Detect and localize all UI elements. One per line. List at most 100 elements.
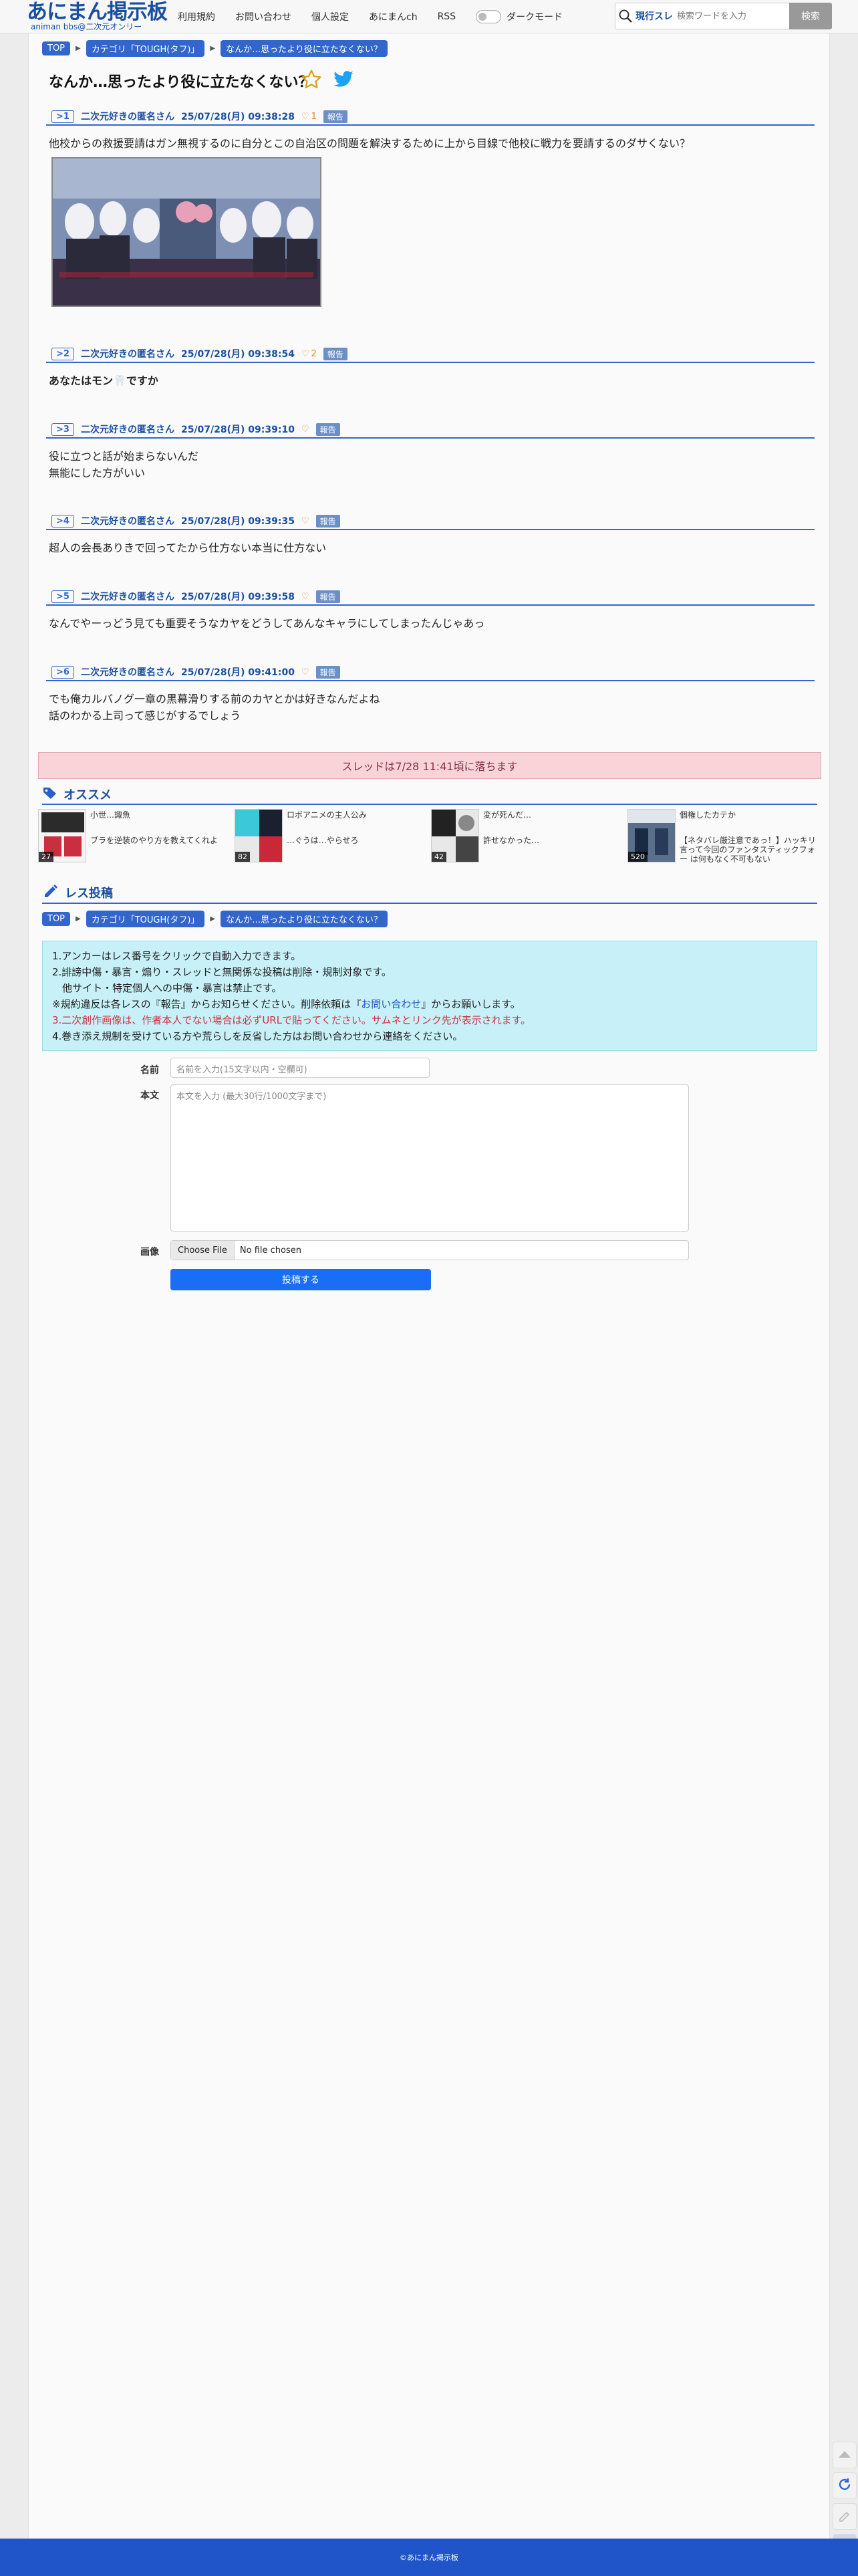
post-text-line: 役に立つと話が始まらないんだ: [49, 450, 199, 463]
recommend-text-2: 許せなかった…: [483, 836, 540, 845]
nav-rss[interactable]: RSS: [438, 11, 456, 22]
posting-rules: 1.アンカーはレス番号をクリックで自動入力できます。 2.誹謗中傷・暴言・煽り・…: [42, 941, 817, 1051]
report-button[interactable]: 報告: [315, 423, 340, 436]
post-header: >5 二次元好きの匿名さん 25/07/28(月) 09:39:58 ♡ 報告: [46, 588, 815, 606]
search-scope[interactable]: 現行スレ: [635, 9, 673, 23]
recommend-thumbnail[interactable]: 520: [627, 809, 676, 862]
like-count: 1: [311, 111, 317, 122]
like-button[interactable]: ♡ 2: [301, 349, 317, 359]
name-field[interactable]: 名前を入力(15文字以内・空欄可): [170, 1058, 430, 1078]
post-number[interactable]: >5: [51, 590, 74, 603]
like-button[interactable]: ♡: [301, 425, 309, 435]
recommend-thumbnail[interactable]: 42: [431, 809, 479, 862]
search-input[interactable]: [677, 5, 780, 27]
reload-icon: [837, 2476, 853, 2495]
toggle-switch[interactable]: [476, 10, 502, 23]
search-icon: [615, 6, 635, 26]
dark-mode-label: ダークモード: [507, 12, 563, 23]
tag-icon: [42, 786, 58, 803]
reload-button[interactable]: [833, 2472, 857, 2499]
breadcrumb-separator-icon: ▶: [76, 45, 81, 52]
site-logo[interactable]: あにまん掲示板 animan bbs@二次元オンリー: [27, 1, 168, 32]
write-button[interactable]: [833, 2503, 857, 2530]
dark-mode-toggle[interactable]: ダークモード: [476, 10, 563, 23]
report-button[interactable]: 報告: [323, 347, 347, 360]
nav-settings[interactable]: 個人設定: [311, 10, 349, 23]
like-button[interactable]: ♡: [301, 516, 309, 526]
search-button[interactable]: 検索: [789, 3, 832, 29]
recommend-title: オススメ: [63, 788, 112, 802]
recommend-item[interactable]: 520 個権したカテか 【ネタバレ厳注意であっ！】ハッキリ言って今回のファンタス…: [627, 809, 819, 864]
post-number[interactable]: >1: [51, 110, 74, 123]
site-header: あにまん掲示板 animan bbs@二次元オンリー 利用規約 お問い合わせ 個…: [0, 0, 858, 33]
post-header: >1 二次元好きの匿名さん 25/07/28(月) 09:38:28 ♡ 1 報告: [46, 108, 815, 126]
post-text: 超人の会長ありきで回ってたから仕方ない本当に仕方ない: [49, 542, 327, 554]
reply-heading: レス投稿: [42, 883, 113, 902]
post-header: >6 二次元好きの匿名さん 25/07/28(月) 09:41:00 ♡ 報告: [46, 664, 815, 681]
recommend-thumbnail[interactable]: 27: [38, 809, 86, 862]
breadcrumb-category[interactable]: カテゴリ「TOUGH(タフ)」: [86, 911, 205, 927]
report-button[interactable]: 報告: [315, 514, 340, 528]
report-button[interactable]: 報告: [315, 590, 340, 603]
choose-file-button[interactable]: Choose File: [171, 1241, 235, 1260]
post-body: 超人の会長ありきで回ってたから仕方ない本当に仕方ない: [46, 530, 815, 566]
section-divider: [42, 903, 817, 904]
post-text: 他校からの救援要請はガン無視するのに自分とこの自治区の問題を解決するために上から…: [49, 137, 691, 150]
body-textarea[interactable]: 本文を入力 (最大30行/1000文字まで): [170, 1084, 689, 1232]
breadcrumb-category[interactable]: カテゴリ「TOUGH(タフ)」: [86, 40, 205, 57]
breadcrumb-thread[interactable]: なんか…思ったより役に立たなくない？: [221, 911, 388, 927]
recommend-text-2: …ぐうは…やらせろ: [287, 836, 359, 845]
submit-button[interactable]: 投稿する: [170, 1269, 431, 1290]
rule-line: 4.巻き添え規制を受けている方や荒らしを反省した方はお問い合わせから連絡をくださ…: [52, 1030, 463, 1042]
rule-line: 3.二次創作画像は、作者本人でない場合は必ずURLで貼ってください。サムネとリン…: [52, 1014, 531, 1026]
post: >4 二次元好きの匿名さん 25/07/28(月) 09:39:35 ♡ 報告 …: [46, 513, 815, 566]
name-label: 名前: [140, 1065, 159, 1076]
rule-line: 他サイト・特定個人への中傷・暴言は禁止です。: [52, 982, 282, 994]
nav-animanch[interactable]: あにまんch: [369, 10, 418, 23]
post-body: なんでやーっどう見ても重要そうなカヤをどうしてあんなキャラにしてしまったんじゃあ…: [46, 606, 815, 641]
recommend-thumbnail[interactable]: 82: [235, 809, 283, 862]
breadcrumb: TOP ▶ カテゴリ「TOUGH(タフ)」 ▶ なんか…思ったより役に立たなくな…: [42, 40, 388, 57]
favorite-star-icon[interactable]: [300, 68, 323, 94]
main-content: TOP ▶ カテゴリ「TOUGH(タフ)」 ▶ なんか…思ったより役に立たなくな…: [28, 33, 830, 2539]
report-button[interactable]: 報告: [315, 665, 340, 679]
post-date: 25/07/28(月) 09:38:54: [180, 349, 295, 360]
post-header: >4 二次元好きの匿名さん 25/07/28(月) 09:39:35 ♡ 報告: [46, 513, 815, 530]
report-button[interactable]: 報告: [323, 110, 347, 123]
post-body: 他校からの救援要請はガン無視するのに自分とこの自治区の問題を解決するために上から…: [46, 126, 815, 316]
recommend-item[interactable]: 42 変が死んだ… 許せなかった…: [431, 809, 622, 862]
post-date: 25/07/28(月) 09:41:00: [180, 667, 295, 678]
recommend-item[interactable]: 82 ロボアニメの主人公み …ぐうは…やらせろ: [235, 809, 426, 862]
like-button[interactable]: ♡: [301, 667, 309, 677]
like-button[interactable]: ♡ 1: [301, 112, 317, 122]
nav-terms[interactable]: 利用規約: [178, 10, 215, 23]
nav-contact[interactable]: お問い合わせ: [235, 10, 291, 23]
rule-line: 2.誹謗中傷・暴言・煽り・スレッドと無関係な投稿は削除・規制対象です。: [52, 966, 392, 978]
heart-icon: ♡: [301, 424, 309, 435]
contact-link[interactable]: お問い合わせ: [361, 998, 421, 1010]
recommend-item[interactable]: 27 小世…諏魚 ブラを逆装のやり方を教えてくれよ: [38, 809, 229, 862]
post-number[interactable]: >2: [51, 347, 74, 360]
breadcrumb-separator-icon: ▶: [210, 45, 216, 52]
post-number[interactable]: >4: [51, 514, 74, 528]
recommend-heading: オススメ: [42, 786, 112, 803]
scroll-top-button[interactable]: [833, 2442, 857, 2468]
breadcrumb-separator-icon: ▶: [210, 915, 216, 923]
breadcrumb-separator-icon: ▶: [76, 915, 81, 923]
breadcrumb-thread[interactable]: なんか…思ったより役に立たなくない？: [221, 40, 388, 57]
search-bar: 現行スレ 検索: [615, 3, 832, 29]
recommend-text-2: ブラを逆装のやり方を教えてくれよ: [90, 836, 219, 845]
breadcrumb-top[interactable]: TOP: [42, 41, 71, 55]
file-input[interactable]: Choose File No file chosen: [170, 1240, 689, 1260]
post-image[interactable]: [51, 157, 321, 307]
body-label: 本文: [140, 1090, 159, 1101]
breadcrumb-top[interactable]: TOP: [42, 912, 71, 926]
like-button[interactable]: ♡: [301, 592, 309, 602]
rule-text: ※規約違反は各レスの『報告』からお知らせください。削除依頼は『: [52, 998, 362, 1010]
heart-icon: ♡: [301, 515, 309, 526]
post-body: 役に立つと話が始まらないんだ 無能にした方がいい: [46, 439, 815, 491]
image-label: 画像: [140, 1247, 159, 1258]
post-number[interactable]: >6: [51, 665, 74, 679]
twitter-share-icon[interactable]: [333, 70, 354, 92]
post-number[interactable]: >3: [51, 423, 74, 436]
